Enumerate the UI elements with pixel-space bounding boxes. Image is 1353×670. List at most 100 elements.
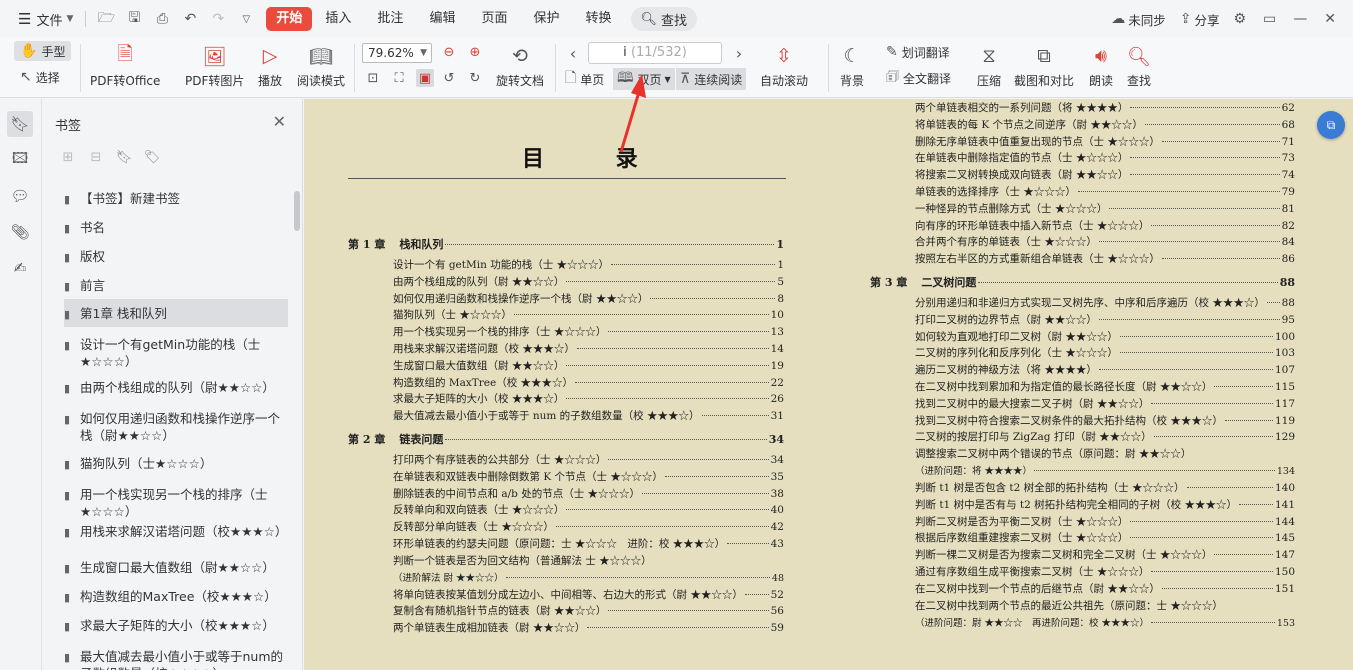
close-icon[interactable]: ✕ bbox=[273, 112, 286, 131]
bookmark-item[interactable]: ▮ 构造数组的MaxTree（校★★★☆） bbox=[64, 588, 288, 606]
next-page-icon[interactable]: › bbox=[730, 44, 748, 63]
document-view[interactable]: 目 录 第 1 章栈和队列 1 设计一个有 getMin 功能的栈（士 ★☆☆☆） 1… bbox=[304, 99, 1353, 670]
zoom-select[interactable]: 79.62% ▼ bbox=[362, 43, 432, 63]
zoom-out-icon[interactable]: ⊖ bbox=[440, 43, 458, 61]
read-mode-button[interactable]: 📖︎ 阅读模式 bbox=[297, 43, 345, 89]
select-tool-button[interactable]: ↖ 选择 bbox=[20, 67, 60, 87]
toc-entry[interactable]: （进阶问题：尉 ★★☆☆ 再进阶问题：校 ★★★☆） 153 bbox=[915, 615, 1295, 631]
toc-entry[interactable]: 删除无序单链表中值重复出现的节点（士 ★☆☆☆） 71 bbox=[915, 134, 1295, 150]
redo-icon[interactable]: ↷ bbox=[207, 8, 229, 30]
toc-entry[interactable]: 合并两个有序的单链表（士 ★☆☆☆） 84 bbox=[915, 234, 1295, 250]
open-folder-icon[interactable]: 🗁 bbox=[95, 8, 117, 30]
continuous-read-button[interactable]: ⊼ 连续阅读 bbox=[676, 68, 747, 90]
signature-icon[interactable]: ✍ bbox=[7, 255, 33, 281]
delete-bookmark-icon[interactable]: ⊟ bbox=[88, 149, 104, 165]
minimize-icon[interactable]: — bbox=[1293, 11, 1310, 27]
bookmark-item[interactable]: ▮最大值减去最小值小于或等于num的子数组数量（校★★★☆） bbox=[64, 648, 288, 670]
toc-entry[interactable]: 复制含有随机指针节点的链表（尉 ★★☆☆） 56 bbox=[393, 603, 784, 619]
hand-tool-button[interactable]: ✋ 手型 bbox=[14, 41, 72, 61]
toc-entry[interactable]: 将搜索二叉树转换成双向链表（尉 ★★☆☆） 74 bbox=[915, 167, 1295, 183]
search-button[interactable]: 🔍︎ 查找 bbox=[630, 7, 698, 31]
page-number-input[interactable]: i (11/532) bbox=[588, 42, 722, 64]
bookmark-item[interactable]: ▮ 用栈来求解汉诺塔问题（校★★★☆） bbox=[64, 523, 288, 541]
double-page-button[interactable]: 🕮 双页 ▼ bbox=[613, 68, 675, 90]
settings-icon[interactable]: ⚙ bbox=[1233, 11, 1249, 27]
bookmark-item[interactable]: ▮ 生成窗口最大值数组（尉★★☆☆） bbox=[64, 559, 288, 577]
toc-entry[interactable]: 单链表的选择排序（士 ★☆☆☆） 79 bbox=[915, 184, 1295, 200]
toc-entry[interactable]: 两个单链表生成相加链表（尉 ★★☆☆） 59 bbox=[393, 620, 784, 636]
toc-entry[interactable]: 判断二叉树是否为平衡二叉树（士 ★☆☆☆） 144 bbox=[915, 514, 1295, 530]
toc-entry[interactable]: 判断一个链表是否为回文结构（普通解法 士 ★☆☆☆） bbox=[393, 553, 652, 568]
bookmark-item[interactable]: ▮ 前言 bbox=[64, 277, 288, 295]
toc-entry[interactable]: 最大值减去最小值小于或等于 num 的子数组数量（校 ★★★☆） 31 bbox=[393, 408, 784, 424]
bookmark-item[interactable]: ▮ 猫狗队列（士★☆☆☆） bbox=[64, 455, 288, 473]
bookmark-item-selected[interactable]: ▮ 第1章 栈和队列 bbox=[64, 299, 288, 327]
toc-entry[interactable]: 环形单链表的约瑟夫问题（原问题：士 ★☆☆☆ 进阶：校 ★★★☆） 43 bbox=[393, 536, 784, 552]
toc-entry[interactable]: 找到二叉树中符合搜索二叉树条件的最大拓扑结构（校 ★★★☆） 119 bbox=[915, 413, 1295, 429]
prev-page-icon[interactable]: ‹ bbox=[564, 44, 582, 63]
toc-entry[interactable]: 删除链表的中间节点和 a/b 处的节点（士 ★☆☆☆） 38 bbox=[393, 486, 784, 502]
toc-entry[interactable]: 找到二叉树中的最大搜索二叉子树（尉 ★★☆☆） 117 bbox=[915, 396, 1295, 412]
toc-chapter[interactable]: 第 2 章链表问题 34 bbox=[348, 431, 784, 447]
bookmark-item[interactable]: ▮ 版权 bbox=[64, 248, 288, 266]
print-icon[interactable]: ⎙ bbox=[151, 8, 173, 30]
full-translate-button[interactable]: 🗊 全文翻译 bbox=[886, 68, 951, 88]
toc-chapter[interactable]: 第 3 章二叉树问题 88 bbox=[870, 274, 1295, 290]
bookmark-panel-icon[interactable]: 🔖︎ bbox=[7, 111, 33, 137]
toc-entry[interactable]: 在二叉树中找到累加和为指定值的最长路径长度（尉 ★★☆☆） 115 bbox=[915, 379, 1295, 395]
bookmark-item[interactable]: ▮ 【书签】新建书签 bbox=[64, 190, 288, 208]
comment-icon[interactable]: 💬︎ bbox=[7, 183, 33, 209]
toc-entry[interactable]: 向有序的环形单链表中插入新节点（士 ★☆☆☆） 82 bbox=[915, 218, 1295, 234]
toc-entry[interactable]: （进阶问题：将 ★★★★） 134 bbox=[915, 463, 1295, 479]
play-button[interactable]: ▷ 播放 bbox=[257, 43, 283, 89]
word-translate-button[interactable]: ✎ 划词翻译 bbox=[886, 42, 950, 62]
rotate-left-icon[interactable]: ↺ bbox=[440, 69, 458, 87]
tab-convert[interactable]: 转换 bbox=[572, 7, 624, 31]
message-icon[interactable]: ▭ bbox=[1263, 11, 1279, 27]
toc-entry[interactable]: 设计一个有 getMin 功能的栈（士 ★☆☆☆） 1 bbox=[393, 257, 784, 273]
bookmark-item[interactable]: ▮ 由两个栈组成的队列（尉★★☆☆） bbox=[64, 379, 288, 397]
toc-entry[interactable]: 由两个栈组成的队列（尉 ★★☆☆） 5 bbox=[393, 274, 784, 290]
toc-entry[interactable]: 一种怪异的节点删除方式（士 ★☆☆☆） 81 bbox=[915, 201, 1295, 217]
toc-entry[interactable]: 反转单向和双向链表（士 ★☆☆☆） 40 bbox=[393, 502, 784, 518]
toc-entry[interactable]: 如何较为直观地打印二叉树（尉 ★★☆☆） 100 bbox=[915, 329, 1295, 345]
toc-entry[interactable]: 将单向链表按某值划分成左边小、中间相等、右边大的形式（尉 ★★☆☆） 52 bbox=[393, 587, 784, 603]
panel-scrollbar[interactable] bbox=[294, 191, 300, 231]
toc-entry[interactable]: 通过有序数组生成平衡搜索二叉树（士 ★☆☆☆） 150 bbox=[915, 564, 1295, 580]
more-icon[interactable]: ▽ bbox=[235, 8, 257, 30]
toc-entry[interactable]: 分别用递归和非递归方式实现二叉树先序、中序和后序遍历（校 ★★★☆） 88 bbox=[915, 295, 1295, 311]
toc-entry[interactable]: 按照左右半区的方式重新组合单链表（士 ★☆☆☆） 86 bbox=[915, 251, 1295, 267]
actual-size-icon[interactable]: ⊡ bbox=[364, 69, 382, 87]
toc-entry[interactable]: 二叉树的按层打印与 ZigZag 打印（尉 ★★☆☆） 129 bbox=[915, 429, 1295, 445]
tab-page[interactable]: 页面 bbox=[468, 7, 520, 31]
toc-entry[interactable]: （进阶解法 尉 ★★☆☆） 48 bbox=[393, 570, 784, 586]
toc-entry[interactable]: 求最大子矩阵的大小（校 ★★★☆） 26 bbox=[393, 391, 784, 407]
sync-button[interactable]: ☁ 未同步 bbox=[1111, 10, 1166, 29]
bookmark-item[interactable]: ▮ 设计一个有getMin功能的栈（士★☆☆☆） bbox=[64, 336, 288, 370]
toc-entry[interactable]: 在单链表和双链表中删除倒数第 K 个节点（士 ★☆☆☆） 35 bbox=[393, 469, 784, 485]
toc-entry[interactable]: 在单链表中删除指定值的节点（士 ★☆☆☆） 73 bbox=[915, 150, 1295, 166]
single-page-button[interactable]: 🗋 单页 bbox=[565, 69, 604, 89]
toc-entry[interactable]: 遍历二叉树的神级方法（将 ★★★★） 107 bbox=[915, 362, 1295, 378]
pdf-to-office-button[interactable]: 🗎 PDF转Office bbox=[90, 43, 160, 89]
toc-entry[interactable]: 打印二叉树的边界节点（尉 ★★☆☆） 95 bbox=[915, 312, 1295, 328]
bookmark-item[interactable]: ▮ 书名 bbox=[64, 219, 288, 237]
attachment-icon[interactable]: 📎︎ bbox=[7, 219, 33, 245]
toc-entry[interactable]: 二叉树的序列化和反序列化（士 ★☆☆☆） 103 bbox=[915, 345, 1295, 361]
file-menu[interactable]: ☰ 文件 ▼ bbox=[12, 6, 79, 32]
share-button[interactable]: ⇪ 分享 bbox=[1180, 10, 1220, 29]
toc-entry[interactable]: 在二叉树中找到两个节点的最近公共祖先（原问题：士 ★☆☆☆） bbox=[915, 598, 1223, 613]
toc-entry[interactable]: 用栈来求解汉诺塔问题（校 ★★★☆） 14 bbox=[393, 341, 784, 357]
bookmark-item[interactable]: ▮ 用一个栈实现另一个栈的排序（士★☆☆☆） bbox=[64, 486, 288, 520]
close-icon[interactable]: ✕ bbox=[1324, 11, 1339, 27]
pdf-to-image-button[interactable]: 🖼 PDF转图片 bbox=[185, 43, 244, 89]
toc-entry[interactable]: 判断 t1 树中是否有与 t2 树拓扑结构完全相同的子树（校 ★★★☆） 141 bbox=[915, 497, 1295, 513]
add-bookmark-icon[interactable]: ⊞ bbox=[60, 149, 76, 165]
tab-annotate[interactable]: 批注 bbox=[364, 7, 416, 31]
toc-entry[interactable]: 调整搜索二叉树中两个错误的节点（原问题：尉 ★★☆☆） bbox=[915, 446, 1191, 461]
save-icon[interactable]: 🖫 bbox=[123, 8, 145, 30]
toc-entry[interactable]: 两个单链表相交的一系列问题（将 ★★★★） 62 bbox=[915, 100, 1295, 116]
toc-entry[interactable]: 在二叉树中找到一个节点的后继节点（尉 ★★☆☆） 151 bbox=[915, 581, 1295, 597]
tab-start[interactable]: 开始 bbox=[266, 7, 313, 31]
expand-bookmark-icon[interactable]: 🔖︎ bbox=[116, 149, 133, 165]
